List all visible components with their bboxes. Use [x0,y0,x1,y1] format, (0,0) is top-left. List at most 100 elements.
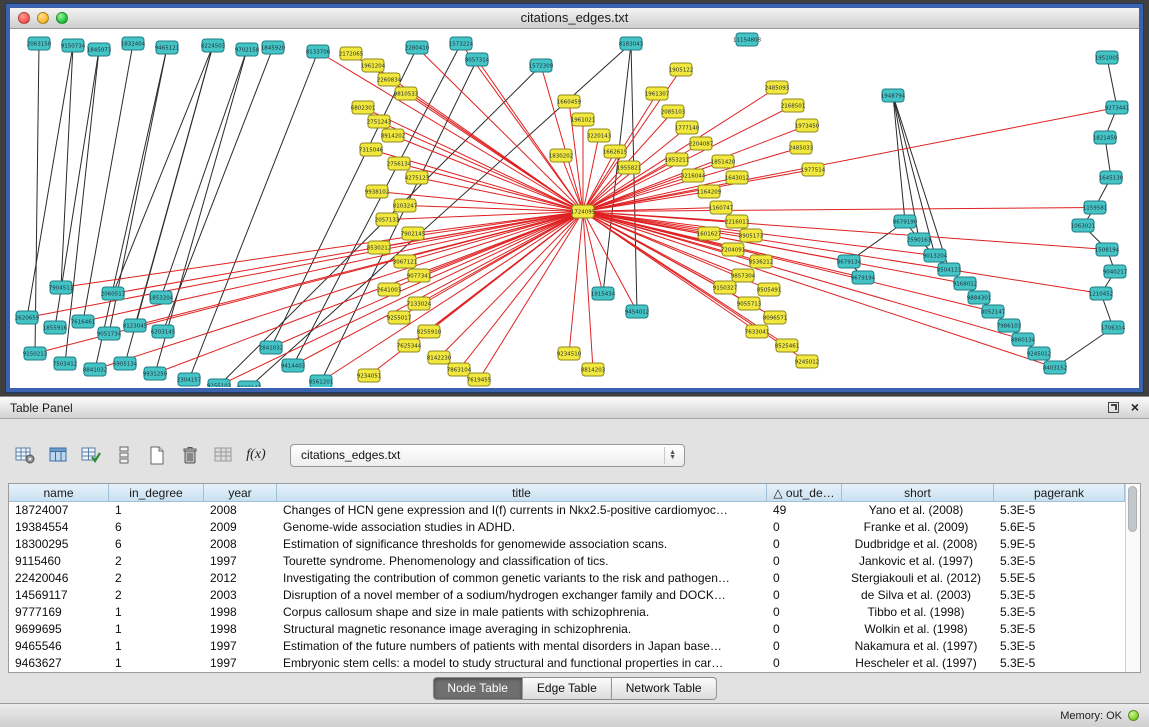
graph-node[interactable]: 2756134 [387,157,412,170]
graph-node[interactable]: 1777140 [675,121,700,134]
graph-node[interactable]: 7315046 [359,143,384,156]
graph-edge[interactable] [1107,58,1117,108]
graph-node[interactable]: 2085103 [661,105,686,118]
graph-node[interactable]: 9857304 [731,269,756,282]
tab-network-table[interactable]: Network Table [612,677,717,700]
graph-node[interactable]: 9454012 [625,305,650,318]
graph-node[interactable]: 9938102 [365,185,390,198]
table-selector-dropdown[interactable]: citations_edges.txt ▲▼ [290,444,685,467]
column-header-out_de[interactable]: △ out_de… [767,484,842,502]
show-columns-button[interactable] [45,442,71,468]
table-row[interactable]: 2242004622012Investigating the contribut… [9,570,1125,587]
close-panel-icon[interactable]: × [1131,402,1139,413]
graph-edge[interactable] [35,44,39,354]
network-window-titlebar[interactable]: citations_edges.txt [10,8,1139,29]
graph-node[interactable]: 9168012 [953,277,978,290]
column-header-year[interactable]: year [204,484,277,502]
graph-node[interactable]: 1645130 [1099,171,1124,184]
graph-node[interactable]: 1961307 [645,87,670,100]
graph-node[interactable]: 9255017 [387,311,412,324]
graph-node[interactable]: 2280410 [405,41,430,54]
graph-node[interactable]: 1845920 [261,41,286,54]
graph-edge[interactable] [893,96,935,256]
table-row[interactable]: 977716911998Corpus callosum shape and si… [9,604,1125,621]
graph-edge[interactable] [113,46,213,294]
graph-edge[interactable] [569,212,583,354]
graph-node[interactable]: 9234051 [357,369,382,382]
graph-node[interactable]: 8679190 [893,215,918,228]
graph-node[interactable]: 9077341 [407,269,432,282]
graph-node[interactable]: 8133706 [306,45,331,58]
graph-edge[interactable] [83,44,133,322]
graph-node[interactable]: 1706314 [1101,321,1126,334]
tab-edge-table[interactable]: Edge Table [523,677,612,700]
graph-node[interactable]: 9040217 [1103,265,1128,278]
scrollbar-thumb[interactable] [1128,486,1137,532]
graph-node[interactable]: 2620659 [15,311,40,324]
graph-node[interactable]: 1851420 [711,155,736,168]
table-row[interactable]: 969969511998Structural magnetic resonanc… [9,621,1125,638]
table-disabled-button[interactable] [210,442,236,468]
graph-node[interactable]: 1660459 [557,95,582,108]
graph-node[interactable]: 1905122 [669,63,694,76]
graph-node[interactable]: 1724095 [571,205,596,218]
column-header-name[interactable]: name [9,484,109,502]
graph-edge[interactable] [293,212,583,366]
graph-node[interactable]: 9273441 [1105,101,1130,114]
graph-node[interactable]: 7133024 [407,297,432,310]
graph-node[interactable]: 2485093 [765,81,790,94]
graph-node[interactable]: 7503412 [53,357,78,370]
graph-node[interactable]: 8679134 [837,255,862,268]
graph-node[interactable]: 2172065 [339,47,364,60]
table-row[interactable]: 1456911722003Disruption of a novel membe… [9,587,1125,604]
graph-node[interactable]: 8905173 [739,229,764,242]
table-scrollbar[interactable] [1125,484,1140,672]
graph-node[interactable]: 1662615 [603,145,628,158]
maximize-window-icon[interactable] [56,12,68,24]
graph-node[interactable]: 8183043 [619,37,644,50]
graph-node[interactable]: 2590163 [907,233,932,246]
graph-node[interactable]: 3067121 [393,255,418,268]
graph-edge[interactable] [583,212,1101,294]
graph-node[interactable]: 8224503 [201,39,226,52]
graph-node[interactable]: 1951005 [1095,51,1120,64]
column-header-title[interactable]: title [277,484,767,502]
graph-node[interactable]: 8530212 [367,241,392,254]
graph-node[interactable]: 8142230 [427,351,452,364]
table-row[interactable]: 1872400712008Changes of HCN gene express… [9,502,1125,519]
table-row[interactable]: 946362711997Embryonic stem cells: a mode… [9,655,1125,672]
graph-node[interactable]: 2841032 [259,341,284,354]
graph-edge[interactable] [293,44,461,366]
graph-node[interactable]: 2304157 [177,373,202,386]
function-builder-button[interactable]: f(x) [243,442,269,468]
graph-node[interactable]: 2751243 [367,115,392,128]
memory-ok-icon[interactable] [1128,710,1139,721]
graph-node[interactable]: 1210452 [1089,287,1114,300]
graph-node[interactable]: 9150327 [713,281,738,294]
close-window-icon[interactable] [18,12,30,24]
import-table-button[interactable] [78,442,104,468]
graph-node[interactable]: 7633041 [745,325,770,338]
table-row[interactable]: 1938455462009Genome-wide association stu… [9,519,1125,536]
graph-node[interactable]: 7625344 [397,339,422,352]
graph-node[interactable]: 6203145 [151,325,176,338]
graph-node[interactable]: 8525461 [775,339,800,352]
graph-node[interactable]: 4275123 [405,171,430,184]
table-row[interactable]: 1830029562008Estimation of significance … [9,536,1125,553]
graph-node[interactable]: 9234510 [557,347,582,360]
graph-node[interactable]: 2216013 [725,215,750,228]
table-mode-button[interactable] [12,442,38,468]
graph-node[interactable]: 7619455 [467,373,492,386]
graph-node[interactable]: 9414403 [281,359,306,372]
graph-node[interactable]: 1159581 [1083,201,1108,214]
graph-node[interactable]: 1832404 [121,37,146,50]
graph-node[interactable]: 9150213 [23,347,48,360]
graph-node[interactable]: 8255910 [417,325,442,338]
row-options-button[interactable] [111,442,137,468]
graph-node[interactable]: 9702158 [235,43,260,56]
network-canvas[interactable]: 2063150915073418450731832404946512182245… [10,29,1139,387]
graph-node[interactable]: 2063150 [27,37,52,50]
graph-node[interactable]: 9255103 [207,379,232,387]
graph-node[interactable]: 9245012 [1027,347,1052,360]
graph-node[interactable]: 1821450 [1093,131,1118,144]
